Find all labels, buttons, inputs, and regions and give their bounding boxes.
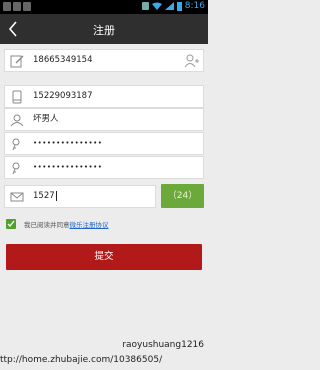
confirm-password-value: ••••••••••••••• [33, 163, 103, 171]
battery-icon [176, 1, 182, 11]
signal-icon [164, 2, 174, 10]
status-bar: 8:16 [0, 0, 208, 14]
agreement-row: 我已阅读并同意 微乐注册协议 [6, 218, 109, 230]
key-icon [12, 138, 20, 151]
text-cursor [55, 190, 57, 201]
mobile-field[interactable]: 15229093187 [4, 85, 204, 108]
mobile-phone-icon [12, 90, 22, 104]
confirm-password-field[interactable]: ••••••••••••••• [4, 156, 204, 179]
captcha-value: 1527 [33, 190, 57, 201]
check-icon [7, 220, 15, 227]
title-bar: 注册 [0, 14, 208, 44]
system-tray: 8:16 [141, 1, 205, 11]
usb-icon [3, 2, 11, 11]
captcha-countdown-button[interactable]: （24） [161, 184, 204, 208]
key-icon [12, 162, 20, 175]
password-value: ••••••••••••••• [33, 139, 103, 147]
edit-icon [10, 55, 24, 68]
agreement-link[interactable]: 微乐注册协议 [70, 219, 109, 229]
password-field[interactable]: ••••••••••••••• [4, 132, 204, 155]
username-value: 坏男人 [33, 114, 59, 124]
watermark-url: ttp://home.zhubajie.com/10386505/ [0, 355, 163, 365]
clock: 8:16 [184, 1, 205, 11]
mobile-value: 15229093187 [33, 91, 93, 101]
sms-icon [10, 192, 24, 202]
phone-field[interactable]: 18665349154 [4, 49, 204, 72]
image-notification-icon [23, 2, 31, 11]
watermark-username: raoyushuang1216 [122, 340, 204, 350]
nfc-icon [141, 2, 149, 10]
username-field[interactable]: 坏男人 [4, 108, 204, 131]
submit-button[interactable]: 提交 [6, 244, 202, 270]
wifi-icon [151, 2, 162, 10]
app-notification-icon [13, 2, 21, 11]
agreement-text: 我已阅读并同意 [24, 221, 70, 229]
captcha-field[interactable]: 1527 [4, 185, 156, 208]
add-contact-icon[interactable] [184, 53, 199, 68]
agreement-checkbox[interactable] [6, 219, 16, 229]
phone-value: 18665349154 [33, 55, 93, 65]
user-icon [10, 114, 24, 127]
page-title: 注册 [93, 24, 115, 37]
notification-icons [3, 2, 31, 11]
